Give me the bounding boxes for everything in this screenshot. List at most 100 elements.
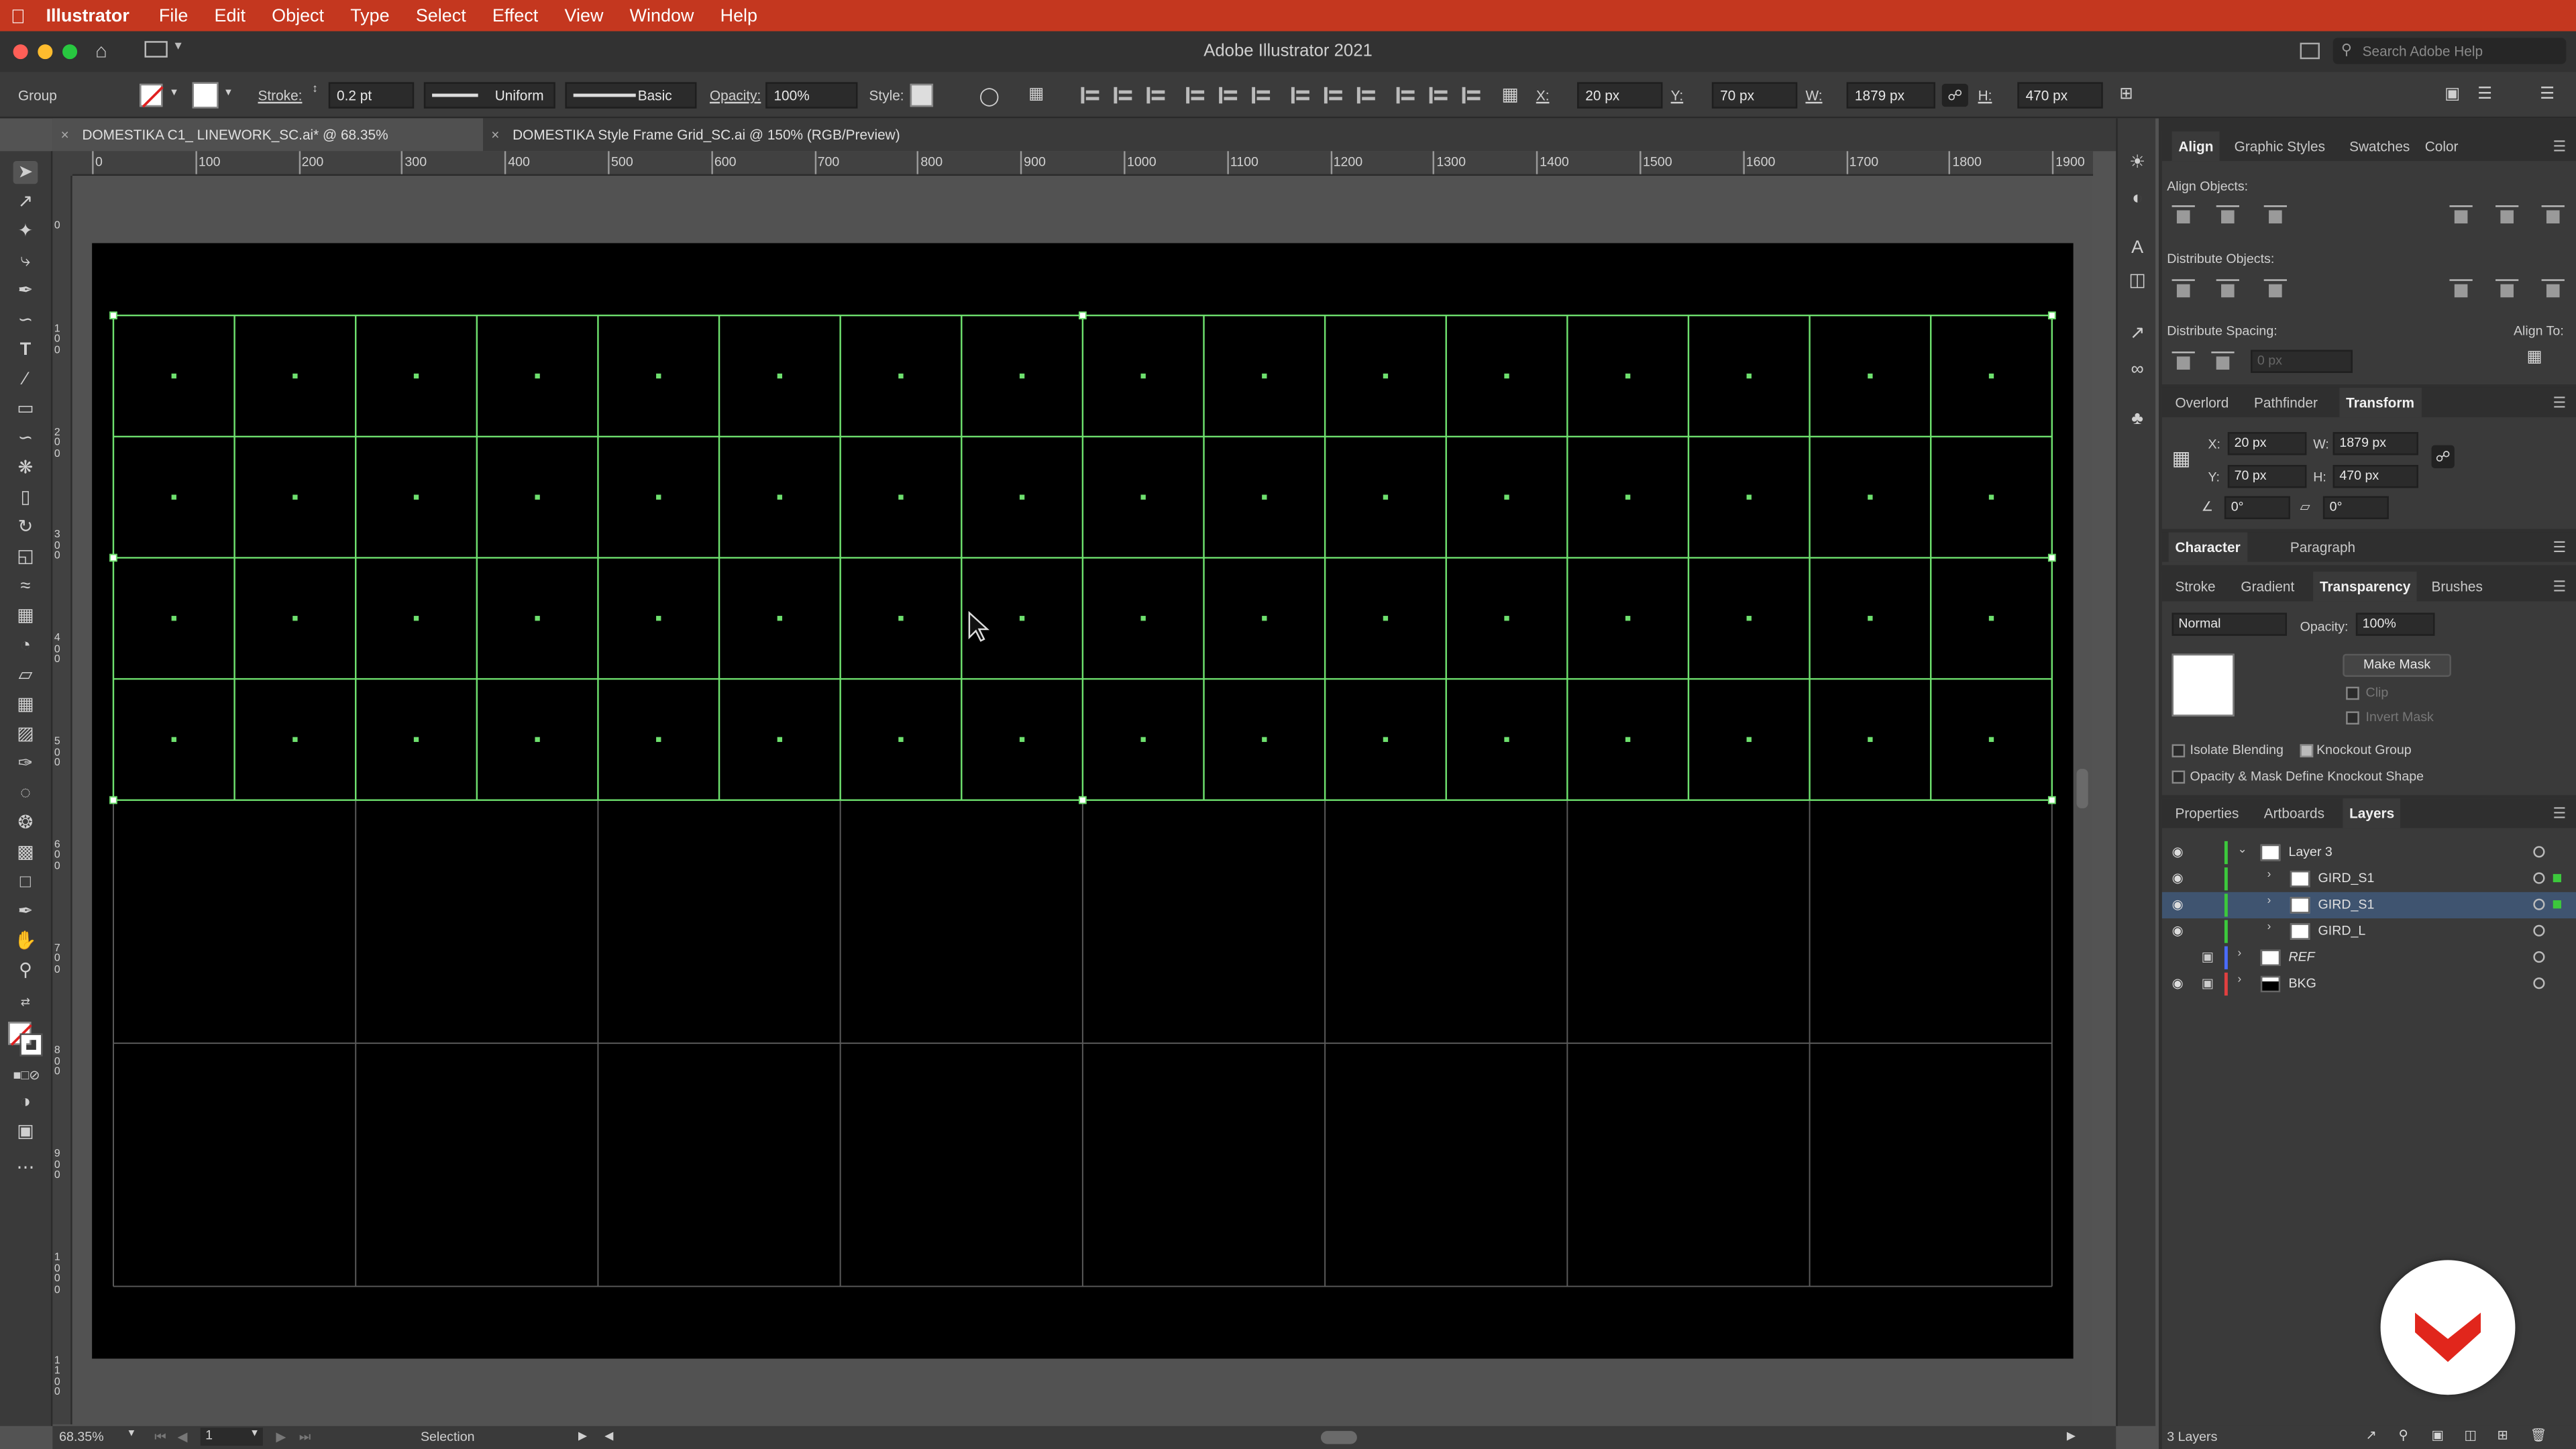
align-hcenter-icon[interactable] [2216, 205, 2239, 225]
tab-layers[interactable]: Layers [2343, 798, 2402, 828]
visibility-eye-icon[interactable]: ◉ [2172, 976, 2184, 991]
style-swatch[interactable] [910, 83, 934, 107]
layer-row[interactable]: ◉ › GIRD_L [2162, 918, 2576, 945]
x-label[interactable]: X: [1536, 87, 1550, 103]
color-mode-icon[interactable]: ■□⊘ [13, 1065, 40, 1087]
swap-fill-stroke-icon[interactable]: ⇄ [13, 992, 38, 1015]
bounding-box-handle[interactable] [109, 796, 117, 804]
tab-properties[interactable]: Properties [2169, 798, 2245, 828]
stepper-icon[interactable]: ↕ [312, 84, 318, 95]
artboard-tool-icon[interactable]: □ [13, 871, 38, 894]
line-tool-icon[interactable]: ∕ [13, 368, 38, 391]
close-icon[interactable]: × [491, 118, 499, 151]
last-artboard-icon[interactable]: ⏭ [299, 1430, 311, 1446]
distribute-top-icon[interactable] [1291, 87, 1311, 104]
distribute-bottom-icon[interactable] [2263, 279, 2288, 299]
target-circle-icon[interactable] [2533, 898, 2545, 910]
shaper-tool-icon[interactable]: ❋ [13, 457, 38, 480]
bounding-box-handle[interactable] [109, 553, 117, 562]
search-input[interactable]: Search Adobe Help [2332, 38, 2567, 64]
chevron-right-icon[interactable]: › [2238, 974, 2242, 985]
bounding-box-handle[interactable] [2047, 796, 2056, 804]
mask-thumbnail[interactable] [2171, 653, 2235, 716]
zoom-tool-icon[interactable]: ⚲ [13, 959, 38, 982]
rotate-input[interactable]: 0° [2224, 496, 2290, 519]
symbol-sprayer-icon[interactable]: ❂ [13, 812, 38, 835]
bounding-box-handle[interactable] [109, 311, 117, 320]
reference-point-icon[interactable]: ▦ [2172, 447, 2191, 470]
chevron-down-icon[interactable]: ▼ [127, 1430, 137, 1440]
tab-character[interactable]: Character [2168, 532, 2247, 562]
target-circle-icon[interactable] [2533, 924, 2545, 936]
menu-type[interactable]: Type [337, 6, 403, 25]
next-artboard-icon[interactable]: ▶ [276, 1430, 286, 1444]
clip-checkbox[interactable] [2346, 686, 2359, 700]
tab-document-1[interactable]: × DOMESTIKA C1_ LINEWORK_SC.ai* @ 68.35%… [52, 118, 484, 176]
align-top-icon[interactable] [2449, 205, 2473, 225]
tab-paragraph[interactable]: Paragraph [2284, 532, 2362, 561]
opacity-label[interactable]: Opacity: [710, 87, 761, 103]
align-left-icon[interactable] [1081, 87, 1100, 104]
distribute-bottom-icon[interactable] [1356, 87, 1377, 104]
distribute-vspace-icon[interactable] [2171, 352, 2195, 371]
perspective-grid-icon[interactable]: ▱ [13, 663, 38, 686]
align-left-icon[interactable] [2171, 205, 2195, 225]
knockout-group-checkbox[interactable] [2300, 744, 2314, 757]
layer-name[interactable]: REF [2288, 950, 2314, 965]
artboard[interactable] [92, 243, 2074, 1359]
tab-graphic-styles[interactable]: Graphic Styles [2228, 131, 2332, 161]
lock-icon[interactable]: ▣ [2202, 950, 2214, 965]
bounding-box-handle[interactable] [2047, 553, 2056, 562]
menu-edit[interactable]: Edit [201, 6, 259, 25]
align-to-icon[interactable]: ▦ [1028, 85, 1044, 103]
layer-name[interactable]: Layer 3 [2288, 845, 2332, 859]
y-label[interactable]: Y: [1671, 87, 1684, 103]
align-vcenter-icon[interactable] [2496, 205, 2519, 225]
shape-builder-icon[interactable]: ◔ [13, 634, 38, 657]
distribute-top-icon[interactable] [2171, 279, 2195, 299]
tab-artboards[interactable]: Artboards [2257, 798, 2331, 828]
target-circle-icon[interactable] [2533, 977, 2545, 989]
canvas-pasteboard[interactable] [72, 177, 2092, 1426]
distribute-left-icon[interactable] [2449, 279, 2473, 299]
chevron-down-icon[interactable]: ▼ [250, 1430, 260, 1440]
new-layer-icon[interactable]: ⊞ [2497, 1428, 2508, 1442]
status-menu-icon[interactable]: ▶ [578, 1430, 587, 1442]
chevron-right-icon[interactable]: › [2267, 869, 2271, 881]
chevron-down-icon[interactable]: ▼ [169, 89, 179, 99]
hand-tool-icon[interactable]: ✋ [13, 930, 38, 953]
tab-color[interactable]: Color [2418, 131, 2465, 161]
visibility-eye-icon[interactable]: ◉ [2172, 923, 2184, 938]
panel-menu-icon[interactable]: ☰ [2540, 85, 2555, 103]
menu-view[interactable]: View [551, 6, 616, 25]
color-guide-icon[interactable]: ◐ [2126, 187, 2149, 210]
ruler-origin[interactable] [52, 151, 72, 176]
tab-transparency[interactable]: Transparency [2313, 572, 2418, 602]
distribute-right-icon[interactable] [2541, 279, 2565, 299]
layer-row[interactable]: ◉ ⌄ Layer 3 [2162, 839, 2576, 865]
panel-menu-icon[interactable]: ☰ [2553, 578, 2567, 596]
prev-artboard-icon[interactable]: ◀ [177, 1430, 187, 1444]
chevron-right-icon[interactable]: › [2267, 922, 2271, 933]
stroke-color-icon[interactable] [19, 1033, 43, 1057]
transform-x-input[interactable]: 20 px [2227, 432, 2307, 455]
type-tool-icon[interactable]: T [13, 338, 38, 361]
tab-pathfinder[interactable]: Pathfinder [2247, 388, 2324, 417]
stroke-profile-select[interactable]: Uniform [423, 82, 555, 109]
bounding-box-handle[interactable] [2047, 311, 2056, 320]
screen-mode-icon[interactable]: ▣ [13, 1120, 38, 1143]
pen-tool-icon[interactable]: ✒ [13, 279, 38, 302]
mesh-tool-icon[interactable]: ▦ [13, 693, 38, 716]
brush-select[interactable]: Basic [565, 82, 697, 109]
bounding-box-handle[interactable] [1079, 311, 1087, 320]
layer-name[interactable]: BKG [2288, 976, 2316, 991]
stroke-weight-input[interactable]: 0.2 pt [328, 82, 415, 109]
constrain-proportions-icon[interactable]: ☍ [2431, 445, 2455, 468]
align-right-icon[interactable] [1146, 87, 1166, 104]
stroke-swatch[interactable] [192, 82, 219, 109]
chevron-down-icon[interactable]: ▼ [223, 89, 233, 99]
stroke-label[interactable]: Stroke: [258, 87, 302, 103]
panel-menu-icon[interactable]: ☰ [2553, 394, 2567, 413]
y-input[interactable]: 70 px [1711, 82, 1798, 109]
export-icon[interactable]: ↗ [2126, 322, 2149, 345]
